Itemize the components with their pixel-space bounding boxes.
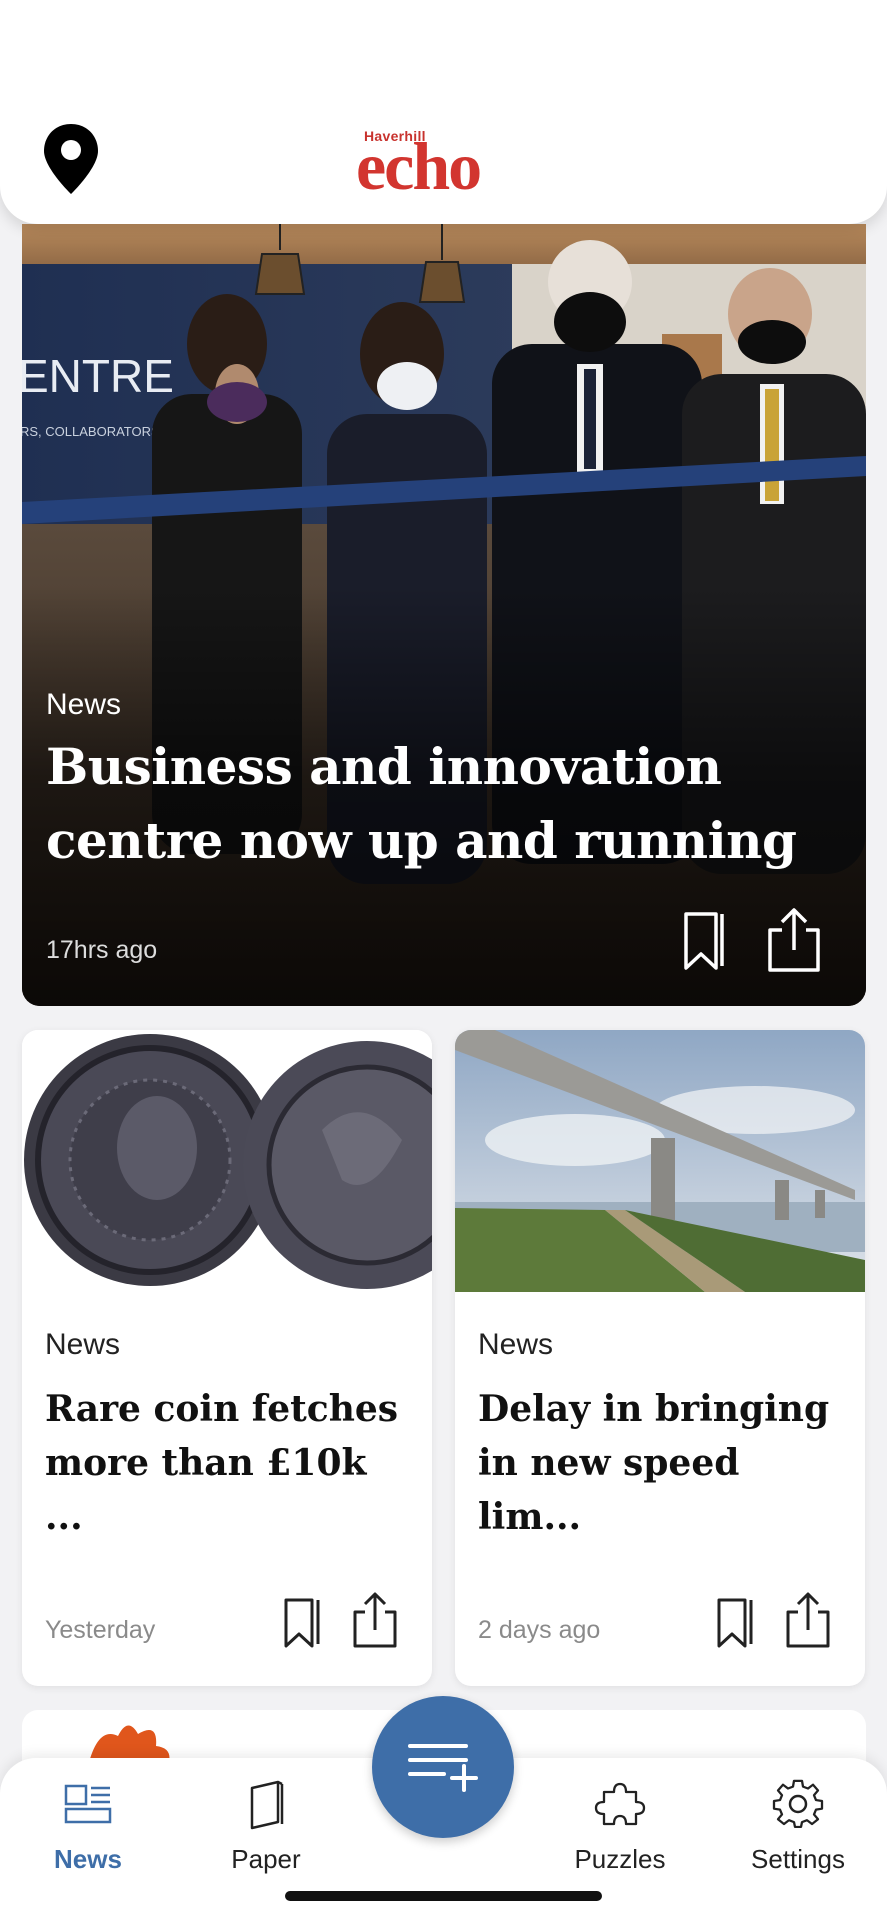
svg-text:RS, COLLABORATORS: RS, COLLABORATORS (22, 424, 160, 439)
hero-article-card[interactable]: ENTRE RS, COLLABORATORS News Business an… (22, 224, 866, 1006)
gear-icon (772, 1779, 824, 1829)
card-title[interactable]: Rare coin fetches more than £10k ... (45, 1382, 415, 1544)
nav-tab-puzzles[interactable]: Puzzles (540, 1758, 700, 1888)
hero-sign-text: ENTRE (22, 350, 174, 402)
bookmark-icon[interactable] (674, 910, 734, 974)
hero-timestamp: 17hrs ago (46, 936, 158, 964)
article-card-coin[interactable]: News Rare coin fetches more than £10k ..… (22, 1030, 432, 1686)
nav-tab-paper[interactable]: Paper (186, 1758, 346, 1888)
share-icon[interactable] (783, 1590, 833, 1650)
bookmark-icon[interactable] (713, 1596, 759, 1650)
nav-tab-settings[interactable]: Settings (718, 1758, 878, 1888)
nav-label-settings: Settings (751, 1844, 845, 1874)
hero-category: News (46, 688, 122, 721)
share-icon[interactable] (350, 1590, 400, 1650)
card-category: News (478, 1328, 554, 1361)
article-card-bridge[interactable]: News Delay in bringing in new speed lim.… (455, 1030, 865, 1686)
puzzle-icon (594, 1782, 646, 1826)
card-category: News (45, 1328, 121, 1361)
card-title[interactable]: Delay in bringing in new speed lim... (478, 1382, 848, 1544)
card-timestamp: Yesterday (45, 1616, 156, 1644)
bookmark-icon[interactable] (280, 1596, 326, 1650)
map-pin-icon[interactable] (40, 122, 102, 196)
home-indicator (285, 1891, 602, 1901)
nav-label-paper: Paper (231, 1844, 301, 1874)
brand-main-text: echo (356, 128, 482, 204)
card-timestamp: 2 days ago (478, 1616, 601, 1644)
coin-photo (22, 1030, 432, 1292)
bridge-photo (455, 1030, 865, 1292)
nav-label-puzzles: Puzzles (574, 1844, 666, 1874)
app-header: Haverhill echo (0, 0, 887, 224)
news-icon (64, 1784, 112, 1824)
nav-tab-news[interactable]: News (8, 1758, 168, 1888)
share-icon[interactable] (764, 904, 824, 974)
add-to-playlist-button[interactable] (372, 1696, 514, 1838)
brand-logo: Haverhill echo (356, 128, 536, 204)
nav-label-news: News (54, 1844, 122, 1874)
playlist-add-icon (408, 1744, 478, 1792)
paper-icon (250, 1780, 284, 1830)
hero-title[interactable]: Business and innovation centre now up an… (46, 730, 826, 878)
